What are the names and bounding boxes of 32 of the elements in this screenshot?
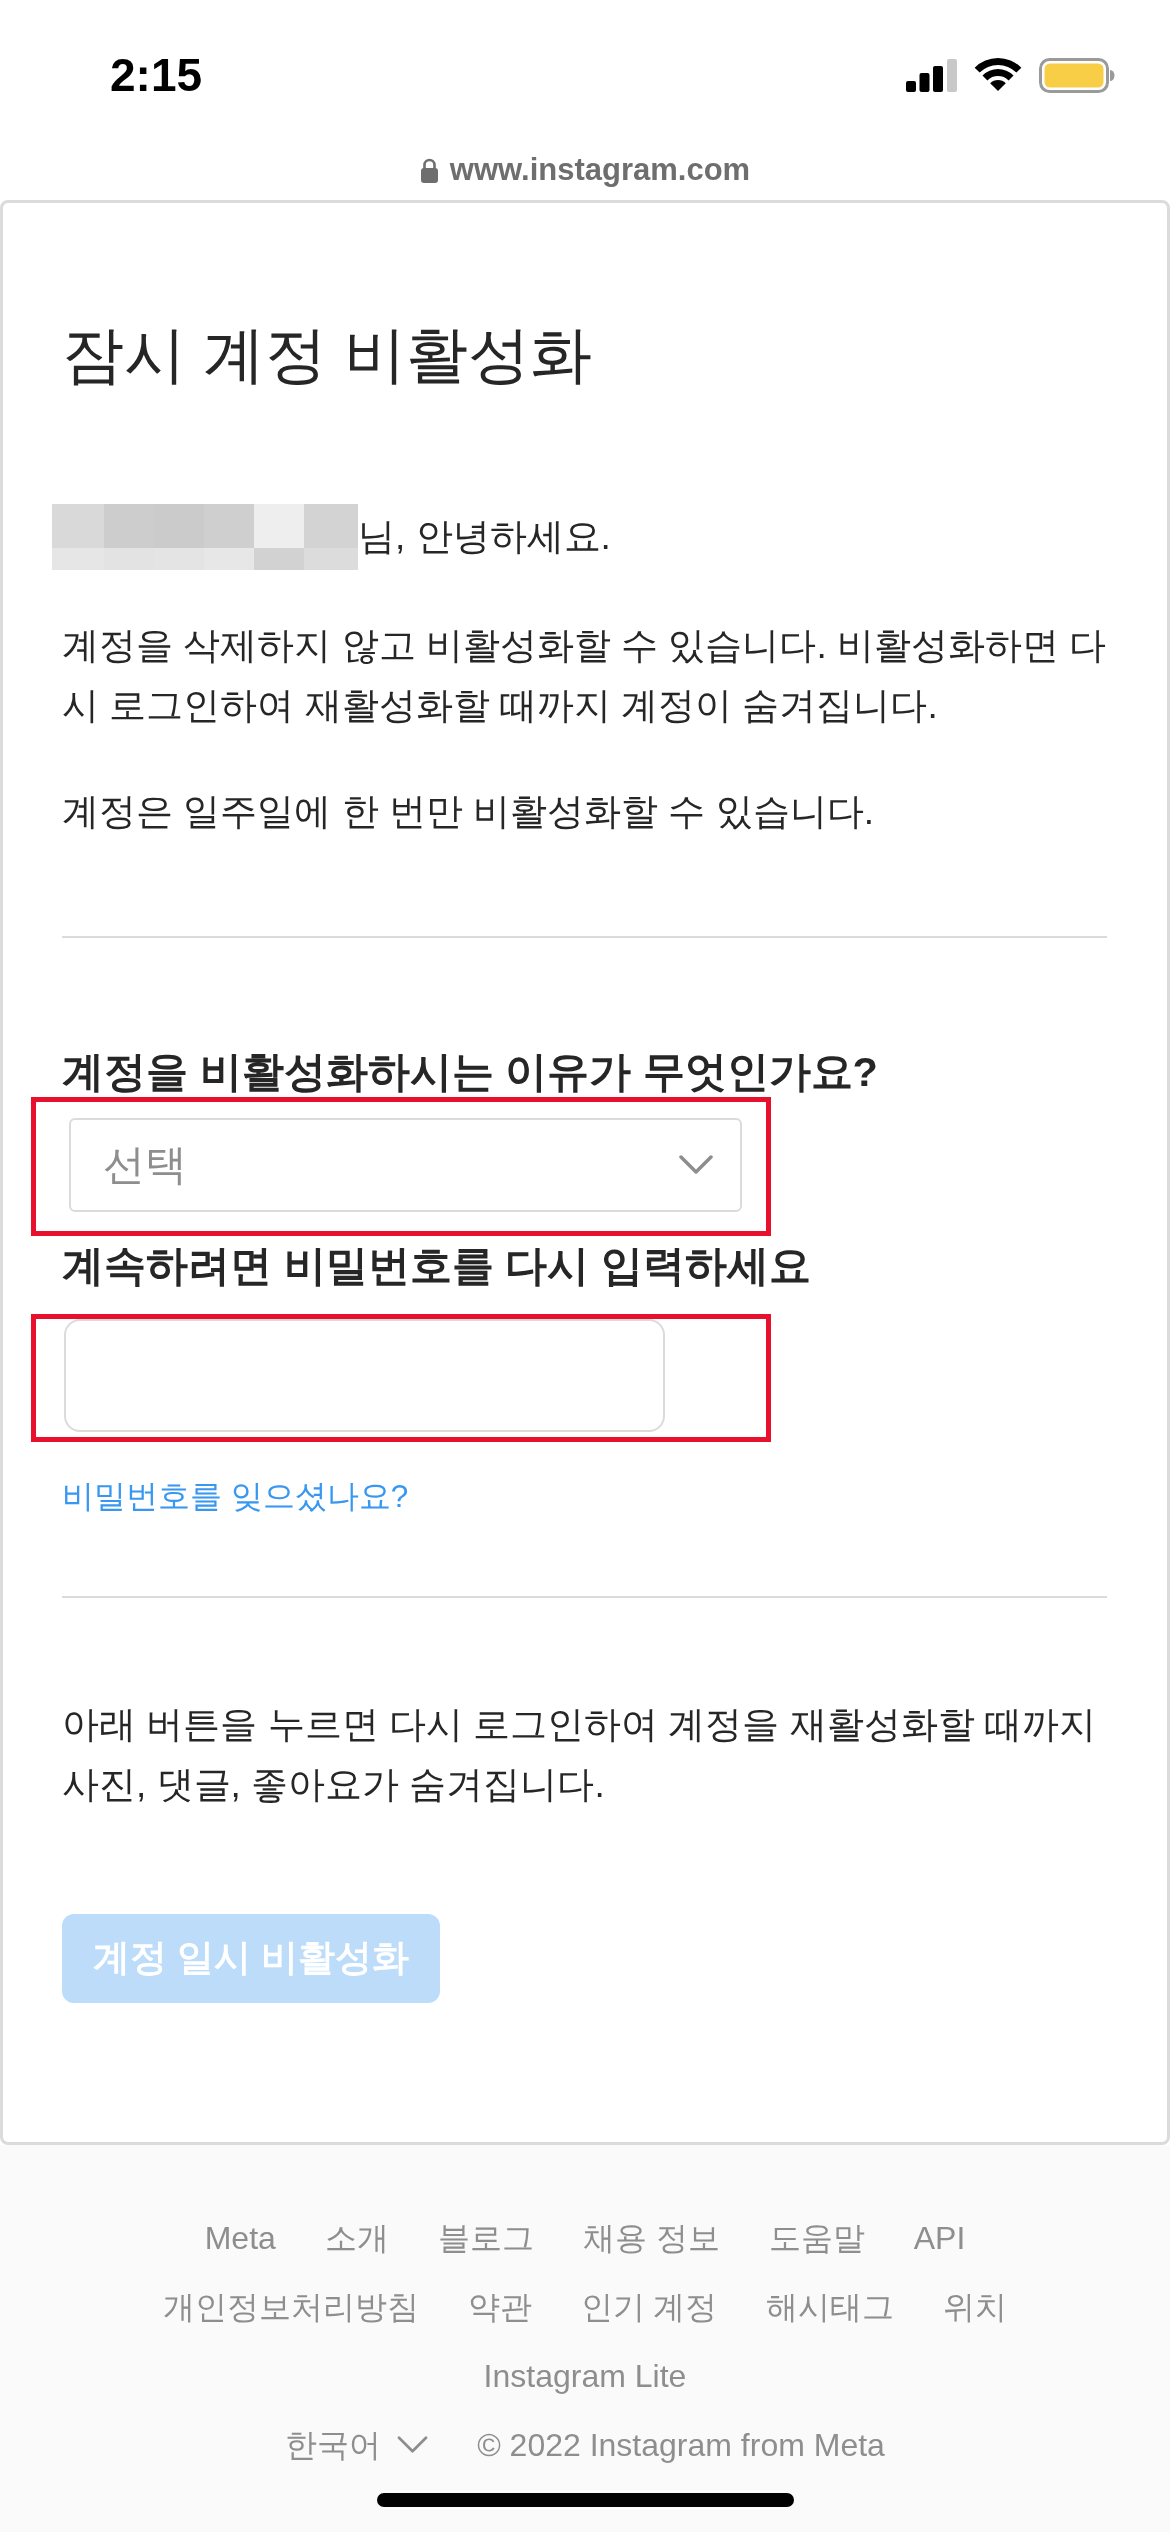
footer-link[interactable]: API: [913, 2215, 966, 2260]
footer-link[interactable]: 인기 계정: [580, 2284, 718, 2329]
footer-link[interactable]: 도움말: [768, 2215, 865, 2260]
footer-link[interactable]: 블로그: [437, 2215, 534, 2260]
info-text: 계정을 삭제하지 않고 비활성화할 수 있습니다. 비활성화하면 다시 로그인하여 재활성화할 때까지 계정이 숨겨집니다.: [62, 624, 1107, 728]
language-select[interactable]: 한국어: [285, 2422, 429, 2467]
lock-icon: [419, 157, 439, 183]
question-label: 계정을 비활성화하시는 이유가 무엇인가요?: [62, 1047, 879, 1097]
wifi-icon: [973, 58, 1023, 92]
page-title: 잠시 계정 비활성화: [62, 319, 594, 391]
password-label: 계속하려면 비밀번호를 다시 입력하세요: [62, 1241, 812, 1291]
signal-icon: [906, 58, 957, 92]
notice-text: 아래 버튼을 누르면 다시 로그인하여 계정을 재활성화할 때까지 사진, 댓글, 좋아요가 숨겨집니다.: [62, 1703, 1097, 1807]
url-text: www.instagram.com: [449, 151, 751, 189]
chevron-down-icon: [397, 2435, 429, 2454]
battery-icon: [1039, 57, 1115, 93]
footer-link[interactable]: Instagram Lite: [483, 2353, 687, 2398]
footer-link[interactable]: Meta: [204, 2215, 276, 2260]
greeting-text: 님, 안녕하세요.: [358, 515, 611, 559]
footer-link[interactable]: 소개: [324, 2215, 389, 2260]
footer-link[interactable]: 약관: [467, 2284, 532, 2329]
info-text: 계정은 일주일에 한 번만 비활성화할 수 있습니다.: [62, 790, 875, 834]
footer-link[interactable]: 개인정보처리방침: [162, 2284, 419, 2329]
chevron-down-icon: [679, 1155, 713, 1175]
footer-link[interactable]: 채용 정보: [582, 2215, 720, 2260]
status-time: 2:15: [110, 48, 203, 103]
reason-select[interactable]: 선택: [69, 1118, 742, 1212]
forgot-password-link[interactable]: 비밀번호를 잊으셨나요?: [62, 1474, 409, 1518]
password-field[interactable]: [64, 1319, 665, 1432]
footer-link[interactable]: 해시태그: [766, 2284, 895, 2329]
footer-link[interactable]: 위치: [943, 2284, 1008, 2329]
copyright-text: © 2022 Instagram from Meta: [477, 2425, 885, 2465]
